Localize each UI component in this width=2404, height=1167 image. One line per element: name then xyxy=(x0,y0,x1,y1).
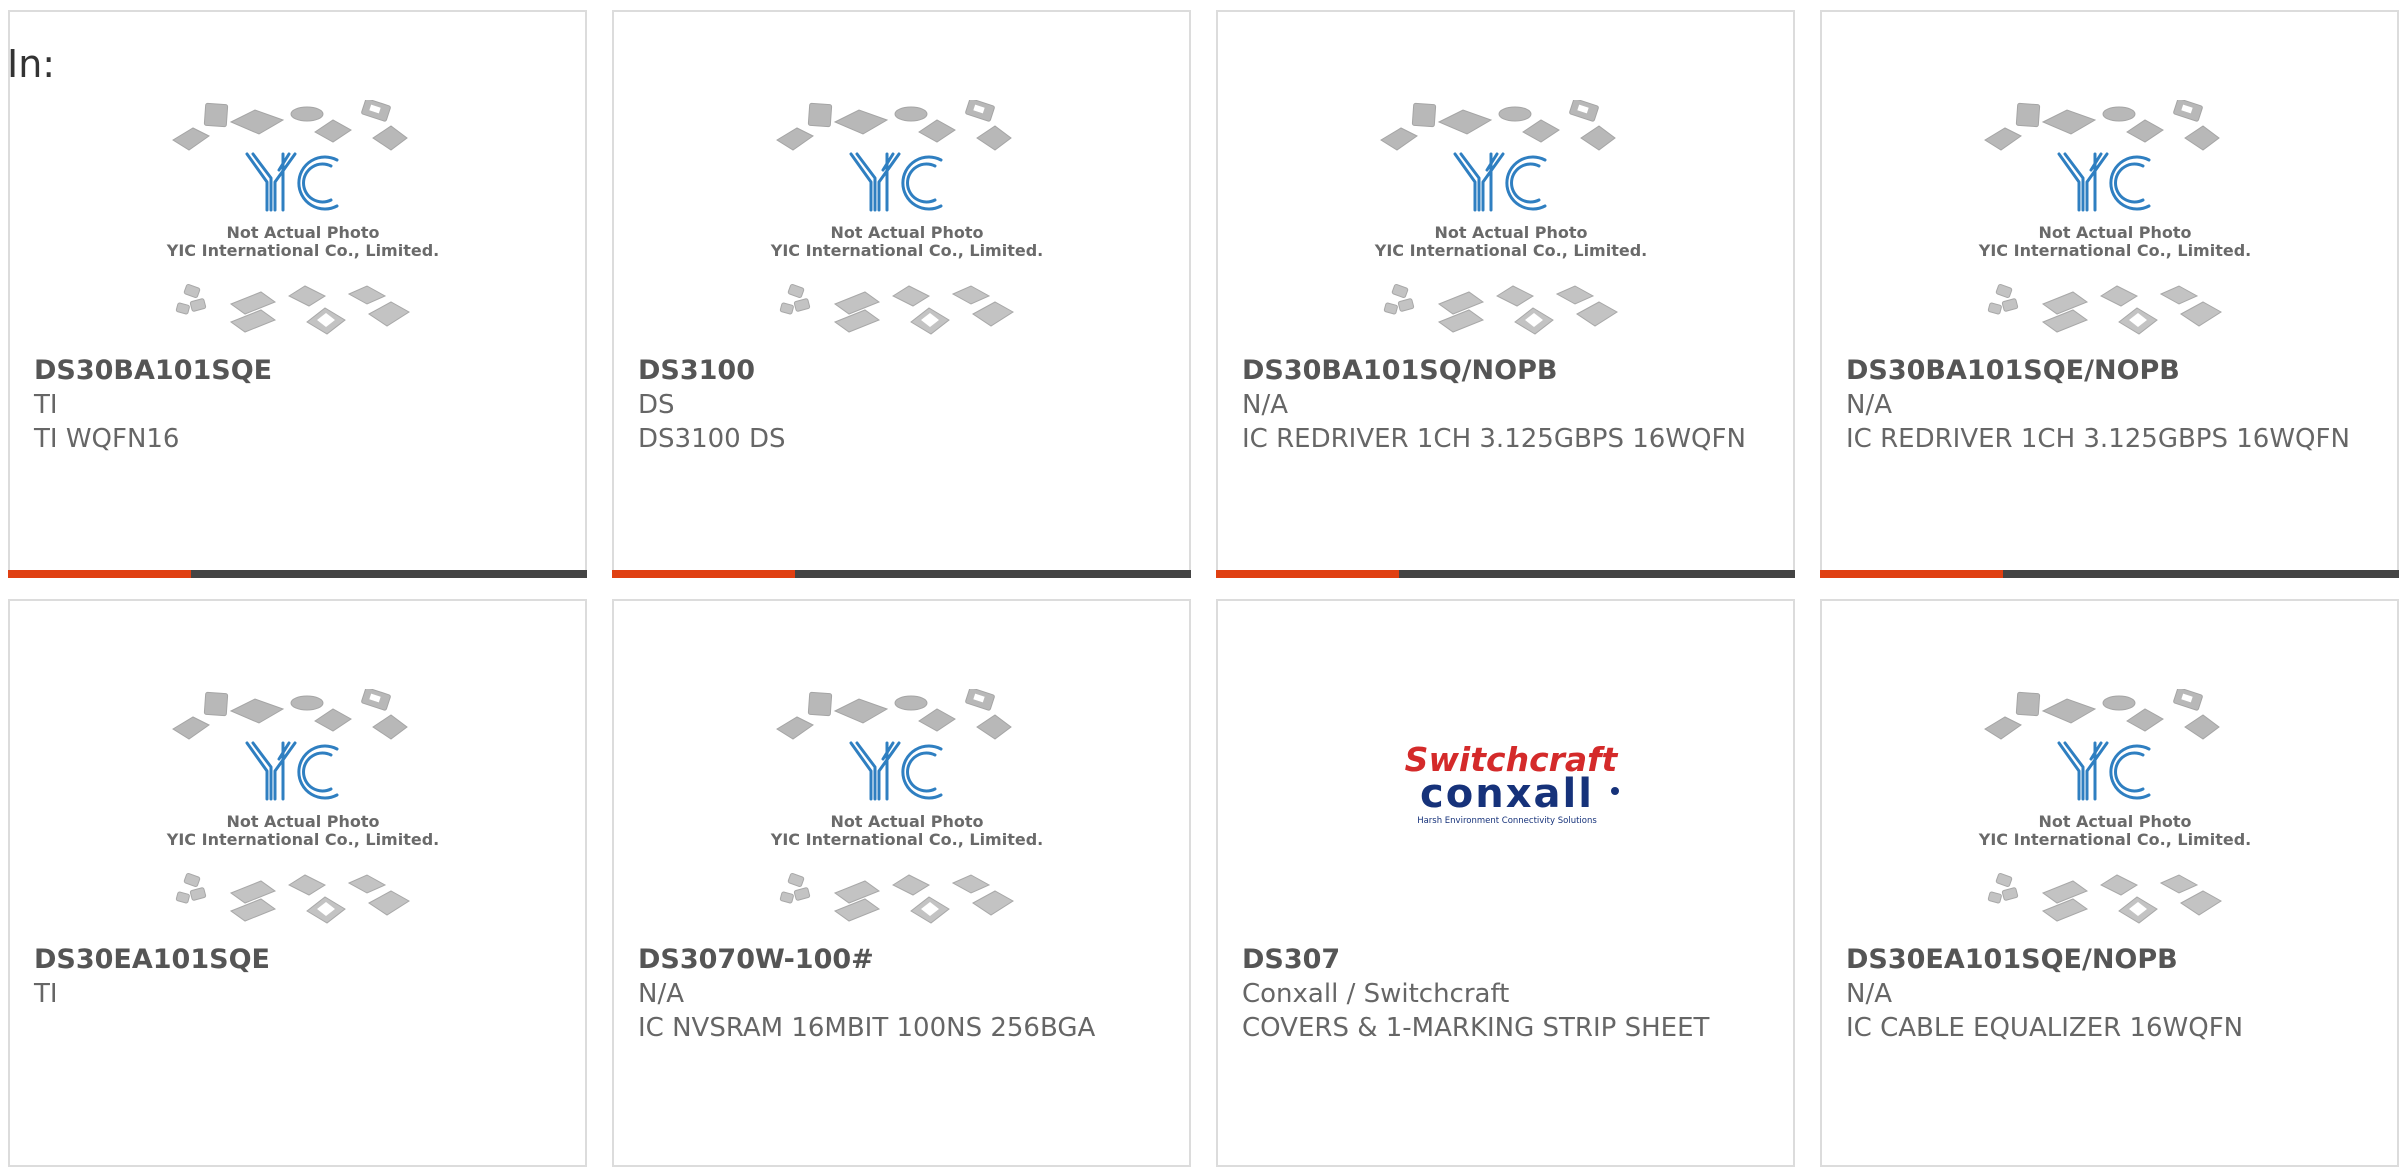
product-brand: N/A xyxy=(1846,390,1892,420)
placeholder-line2: YIC International Co., Limited. xyxy=(770,830,1043,849)
conxall-text: conxall xyxy=(1420,771,1594,817)
product-part-number[interactable]: DS30BA101SQE/NOPB xyxy=(1846,354,2180,388)
placeholder-line2: YIC International Co., Limited. xyxy=(166,830,439,849)
product-part-number[interactable]: DS30EA101SQE/NOPB xyxy=(1846,943,2178,977)
placeholder-line1: Not Actual Photo xyxy=(830,812,983,831)
product-brand: N/A xyxy=(1242,390,1288,420)
placeholder-line2: YIC International Co., Limited. xyxy=(1374,241,1647,260)
placeholder-line2: YIC International Co., Limited. xyxy=(1978,241,2251,260)
card-bar-accent xyxy=(8,570,191,578)
product-card[interactable]: Not Actual Photo YIC International Co., … xyxy=(1820,599,2399,1167)
product-description: DS3100 DS xyxy=(638,424,786,454)
product-part-number[interactable]: DS30BA101SQE xyxy=(34,354,272,388)
card-bar-accent xyxy=(1216,570,1399,578)
product-brand: TI xyxy=(34,390,58,420)
product-brand: DS xyxy=(638,390,675,420)
product-description: IC REDRIVER 1CH 3.125GBPS 16WQFN xyxy=(1846,424,2350,454)
placeholder-line2: YIC International Co., Limited. xyxy=(770,241,1043,260)
yic-placeholder-image[interactable]: Not Actual Photo YIC International Co., … xyxy=(165,98,441,344)
placeholder-line1: Not Actual Photo xyxy=(226,812,379,831)
product-part-number[interactable]: DS30EA101SQE xyxy=(34,943,270,977)
product-part-number[interactable]: DS30BA101SQ/NOPB xyxy=(1242,354,1557,388)
product-card[interactable]: Not Actual Photo YIC International Co., … xyxy=(612,10,1191,578)
placeholder-line1: Not Actual Photo xyxy=(226,223,379,242)
card-bar-accent xyxy=(1820,570,2003,578)
card-bottom-bar xyxy=(1820,570,2399,578)
yic-placeholder-image[interactable]: Not Actual Photo YIC International Co., … xyxy=(1977,687,2253,933)
product-brand: TI xyxy=(34,979,58,1009)
card-bottom-bar xyxy=(1216,570,1795,578)
product-card[interactable]: Not Actual Photo YIC International Co., … xyxy=(8,10,587,578)
product-card[interactable]: Not Actual Photo YIC International Co., … xyxy=(1216,10,1795,578)
product-card[interactable]: Not Actual Photo YIC International Co., … xyxy=(8,599,587,1167)
product-description: TI WQFN16 xyxy=(34,424,180,454)
yic-placeholder-image[interactable]: Not Actual Photo YIC International Co., … xyxy=(1373,98,1649,344)
product-part-number[interactable]: DS307 xyxy=(1242,943,1340,977)
product-description: IC REDRIVER 1CH 3.125GBPS 16WQFN xyxy=(1242,424,1746,454)
yic-placeholder-image[interactable]: Not Actual Photo YIC International Co., … xyxy=(1977,98,2253,344)
yic-placeholder-image[interactable]: Not Actual Photo YIC International Co., … xyxy=(769,687,1045,933)
product-part-number[interactable]: DS3070W-100# xyxy=(638,943,874,977)
placeholder-line2: YIC International Co., Limited. xyxy=(166,241,439,260)
product-card[interactable]: Not Actual Photo YIC International Co., … xyxy=(612,599,1191,1167)
card-bar-accent xyxy=(612,570,795,578)
product-card[interactable]: Not Actual Photo YIC International Co., … xyxy=(1820,10,2399,578)
yic-placeholder-image[interactable]: Not Actual Photo YIC International Co., … xyxy=(769,98,1045,344)
card-bottom-bar xyxy=(8,570,587,578)
product-brand: N/A xyxy=(1846,979,1892,1009)
placeholder-line1: Not Actual Photo xyxy=(1434,223,1587,242)
placeholder-line2: YIC International Co., Limited. xyxy=(1978,830,2251,849)
placeholder-line1: Not Actual Photo xyxy=(2038,812,2191,831)
product-brand: N/A xyxy=(638,979,684,1009)
switchcraft-conxall-logo[interactable]: Switchcraft conxall Harsh Environment Co… xyxy=(1373,689,1649,933)
product-description: IC NVSRAM 16MBIT 100NS 256BGA xyxy=(638,1013,1096,1043)
placeholder-line1: Not Actual Photo xyxy=(2038,223,2191,242)
product-grid: Not Actual Photo YIC International Co., … xyxy=(8,10,2400,1167)
product-card[interactable]: Switchcraft conxall Harsh Environment Co… xyxy=(1216,599,1795,1167)
switchcraft-tagline: Harsh Environment Connectivity Solutions xyxy=(1417,816,1597,826)
card-bottom-bar xyxy=(612,570,1191,578)
product-part-number[interactable]: DS3100 xyxy=(638,354,755,388)
yic-placeholder-image[interactable]: Not Actual Photo YIC International Co., … xyxy=(165,687,441,933)
product-description: IC CABLE EQUALIZER 16WQFN xyxy=(1846,1013,2244,1043)
in-label: In: xyxy=(7,42,56,86)
placeholder-line1: Not Actual Photo xyxy=(830,223,983,242)
product-description: COVERS & 1-MARKING STRIP SHEET xyxy=(1242,1013,1710,1043)
product-brand: Conxall / Switchcraft xyxy=(1242,979,1510,1009)
